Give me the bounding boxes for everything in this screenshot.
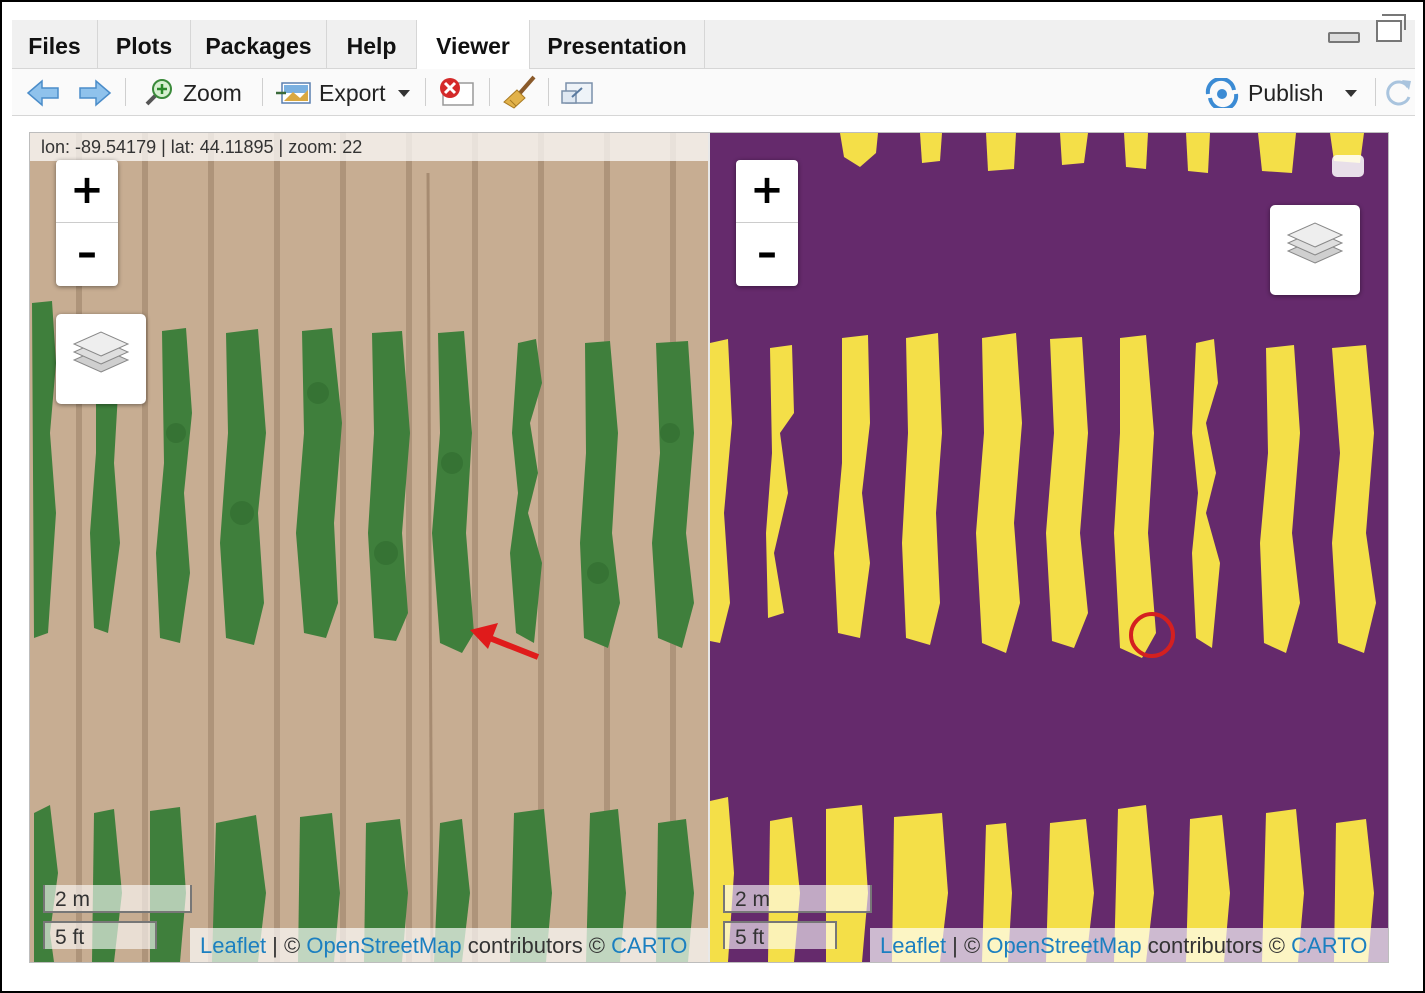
tab-presentation[interactable]: Presentation xyxy=(530,20,705,68)
zoom-in-button[interactable]: + xyxy=(56,160,118,223)
back-arrow-icon[interactable] xyxy=(26,78,60,108)
chevron-down-icon xyxy=(1345,90,1357,97)
zoom-out-button[interactable]: – xyxy=(736,223,798,285)
attribution-separator: | © xyxy=(946,933,987,958)
maximize-pane-icon[interactable] xyxy=(1376,14,1406,42)
layers-icon xyxy=(72,331,130,373)
tab-packages[interactable]: Packages xyxy=(191,20,327,68)
zoom-in-button[interactable]: + xyxy=(736,160,798,223)
attribution-separator: | © xyxy=(266,933,307,958)
export-label: Export xyxy=(319,80,386,106)
popout-icon[interactable] xyxy=(560,79,596,107)
export-dropdown[interactable]: Export xyxy=(276,69,412,115)
publish-dropdown[interactable]: Publish xyxy=(1202,69,1362,115)
zoom-icon xyxy=(145,79,172,106)
zoom-button[interactable]: Zoom xyxy=(140,69,248,115)
minimize-pane-icon[interactable] xyxy=(1328,32,1360,43)
scale-bar-imperial: 5 ft xyxy=(43,921,157,949)
leaflet-link[interactable]: Leaflet xyxy=(880,933,946,958)
tab-viewer[interactable]: Viewer xyxy=(417,20,530,69)
forward-arrow-icon[interactable] xyxy=(78,78,112,108)
refresh-icon[interactable] xyxy=(1382,77,1414,109)
zoom-out-button[interactable]: – xyxy=(56,223,118,285)
osm-link[interactable]: OpenStreetMap xyxy=(306,933,461,958)
viewer-toolbar: Zoom Export Publish xyxy=(12,69,1415,116)
tab-plots[interactable]: Plots xyxy=(98,20,191,68)
scale-bar-metric: 2 m xyxy=(43,885,192,913)
broom-icon[interactable] xyxy=(502,74,540,110)
carto-link[interactable]: CARTO xyxy=(1291,933,1367,958)
crop-rows-image xyxy=(32,172,694,962)
stop-icon[interactable] xyxy=(437,77,477,109)
aerial-map[interactable]: lon: -89.54179 | lat: 44.11895 | zoom: 2… xyxy=(30,133,708,962)
publish-icon xyxy=(1205,78,1239,108)
zoom-control: + – xyxy=(736,160,798,286)
chevron-down-icon xyxy=(398,90,410,97)
scale-bar-metric: 2 m xyxy=(723,885,872,913)
map-attribution: Leaflet | © OpenStreetMap contributors ©… xyxy=(870,928,1388,962)
osm-link[interactable]: OpenStreetMap xyxy=(986,933,1141,958)
tab-help[interactable]: Help xyxy=(327,20,417,68)
export-icon xyxy=(276,82,311,104)
publish-label: Publish xyxy=(1248,80,1324,106)
attribution-contributors: contributors © xyxy=(461,933,612,958)
carto-link[interactable]: CARTO xyxy=(611,933,687,958)
viewer-content: lon: -89.54179 | lat: 44.11895 | zoom: 2… xyxy=(29,132,1389,963)
map-attribution: Leaflet | © OpenStreetMap contributors ©… xyxy=(190,928,708,962)
scale-bar-imperial: 5 ft xyxy=(723,921,837,949)
layers-control-button[interactable] xyxy=(1270,205,1360,295)
layers-control-button[interactable] xyxy=(56,314,146,404)
layers-icon xyxy=(1286,222,1344,264)
attribution-contributors: contributors © xyxy=(1141,933,1292,958)
coordinate-readout: lon: -89.54179 | lat: 44.11895 | zoom: 2… xyxy=(30,133,708,161)
zoom-control: + – xyxy=(56,160,118,286)
classified-map[interactable]: + – 2 m 5 ft Leaflet | © OpenStreetMap c… xyxy=(710,133,1388,962)
rstudio-viewer-pane: Files Plots Packages Help Viewer Present… xyxy=(0,0,1425,993)
pane-tab-bar: Files Plots Packages Help Viewer Present… xyxy=(12,20,1415,69)
tab-files[interactable]: Files xyxy=(12,20,98,68)
zoom-label: Zoom xyxy=(183,80,242,106)
leaflet-link[interactable]: Leaflet xyxy=(200,933,266,958)
